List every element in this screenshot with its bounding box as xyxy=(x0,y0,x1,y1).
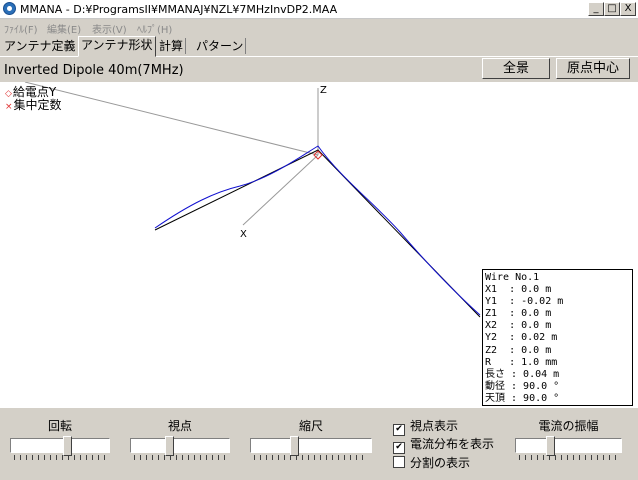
x-axis-line xyxy=(242,154,319,226)
show-current-checkbox[interactable]: ✔ xyxy=(393,442,405,454)
scale-thumb[interactable] xyxy=(290,436,299,456)
wire-info-radius: R : 1.0 mm xyxy=(485,356,558,368)
menu-view[interactable]: 表示(V) xyxy=(92,21,127,36)
rotation-thumb[interactable] xyxy=(63,436,72,456)
y-axis-line xyxy=(24,82,319,156)
rotation-slider[interactable] xyxy=(10,436,110,456)
menu-file[interactable]: ﾌｧｲﾙ(F) xyxy=(4,21,38,36)
wire-info-z1: Z1 : 0.0 m xyxy=(485,308,552,320)
show-current-label: 電流分布を表示 xyxy=(410,437,495,451)
viewpoint-ticks xyxy=(134,455,226,460)
title-bar: MMANA - D:¥ProgramsII¥MMANAJ¥NZL¥7MHzInv… xyxy=(0,0,638,19)
wire-info-zenith: 天頂 : 90.0 ° xyxy=(485,392,560,404)
close-button[interactable]: X xyxy=(620,2,636,16)
viewpoint-thumb[interactable] xyxy=(165,436,174,456)
antenna-view-canvas[interactable]: Z X ◇給電点Y ×集中定数 Wire No.1 X1 : 0.0 m Y1 : … xyxy=(0,82,638,408)
wire-info-box: Wire No.1 X1 : 0.0 m Y1 : -0.02 m Z1 : 0.0 … xyxy=(482,269,633,406)
wire-info-z2: Z2 : 0.0 m xyxy=(485,344,552,356)
scale-label: 縮尺 xyxy=(298,419,323,433)
rotation-track xyxy=(10,438,110,453)
bottom-controls: 回転 視点 縮尺 ✔ 視点表示 ✔ 電流分布を表示 分割の表示 電流の振幅 xyxy=(0,409,638,480)
show-viewpoint-label: 視点表示 xyxy=(410,419,459,433)
show-segments-checkbox[interactable] xyxy=(393,456,405,468)
mmana-app-icon xyxy=(3,2,16,15)
checkbox-show-viewpoint[interactable]: ✔ 視点表示 xyxy=(393,417,458,436)
tab-antenna-shape[interactable]: アンテナ形状 xyxy=(78,36,156,57)
checkbox-show-current[interactable]: ✔ 電流分布を表示 xyxy=(393,435,494,454)
viewpoint-label: 視点 xyxy=(167,419,192,433)
tab-pattern[interactable]: パターン xyxy=(194,38,247,54)
window-title: MMANA - D:¥ProgramsII¥MMANAJ¥NZL¥7MHzInv… xyxy=(20,3,338,16)
wire-info-y2: Y2 : 0.02 m xyxy=(485,332,558,344)
viewpoint-track xyxy=(130,438,230,453)
wire-info-azimuth: 動径 : 90.0 ° xyxy=(485,380,560,392)
menu-bar: ﾌｧｲﾙ(F) 編集(E) 表示(V) ﾍﾙﾌﾟ(H) xyxy=(0,19,638,36)
current-amplitude-slider[interactable] xyxy=(515,436,622,456)
current-amplitude-ticks xyxy=(519,455,618,460)
wire-info-length: 長さ : 0.04 m xyxy=(485,368,560,380)
current-amplitude-thumb[interactable] xyxy=(546,436,555,456)
rotation-ticks xyxy=(14,455,106,460)
wire-info-header: Wire No.1 xyxy=(485,272,540,283)
maximize-button[interactable]: □ xyxy=(604,2,620,16)
origin-center-button[interactable]: 原点中心 xyxy=(556,58,630,79)
overview-button[interactable]: 全景 xyxy=(482,58,550,79)
current-distribution-trace xyxy=(154,145,481,316)
show-segments-label: 分割の表示 xyxy=(410,456,471,470)
tab-strip: アンテナ定義 アンテナ形状 計算 パターン xyxy=(0,36,638,57)
menu-edit[interactable]: 編集(E) xyxy=(47,21,81,36)
viewpoint-slider[interactable] xyxy=(130,436,230,456)
scale-track xyxy=(250,438,372,453)
wire-info-y1: Y1 : -0.02 m xyxy=(485,296,564,308)
wire-info-x2: X2 : 0.0 m xyxy=(485,320,552,332)
rotation-label: 回転 xyxy=(47,419,72,433)
x-axis-label: X xyxy=(240,229,247,240)
antenna-wire xyxy=(154,149,481,318)
wire-info-x1: X1 : 0.0 m xyxy=(485,284,552,296)
lumped-constant-legend-icon: × xyxy=(5,102,13,112)
lumped-constant-legend-label: 集中定数 xyxy=(13,98,62,112)
legend-lumped-constant: ×集中定数 xyxy=(5,96,62,113)
menu-help[interactable]: ﾍﾙﾌﾟ(H) xyxy=(137,21,172,36)
tab-antenna-definition[interactable]: アンテナ定義 xyxy=(2,38,79,54)
antenna-title: Inverted Dipole 40m(7MHz) xyxy=(4,63,184,78)
z-axis-label: Z xyxy=(320,85,327,96)
scale-slider[interactable] xyxy=(250,436,372,456)
current-amplitude-track xyxy=(515,438,622,453)
tab-calculation[interactable]: 計算 xyxy=(157,38,187,54)
minimize-button[interactable]: _ xyxy=(588,2,604,16)
checkbox-show-segments[interactable]: 分割の表示 xyxy=(393,454,470,471)
scale-ticks xyxy=(254,455,368,460)
current-amplitude-label: 電流の振幅 xyxy=(538,419,599,433)
